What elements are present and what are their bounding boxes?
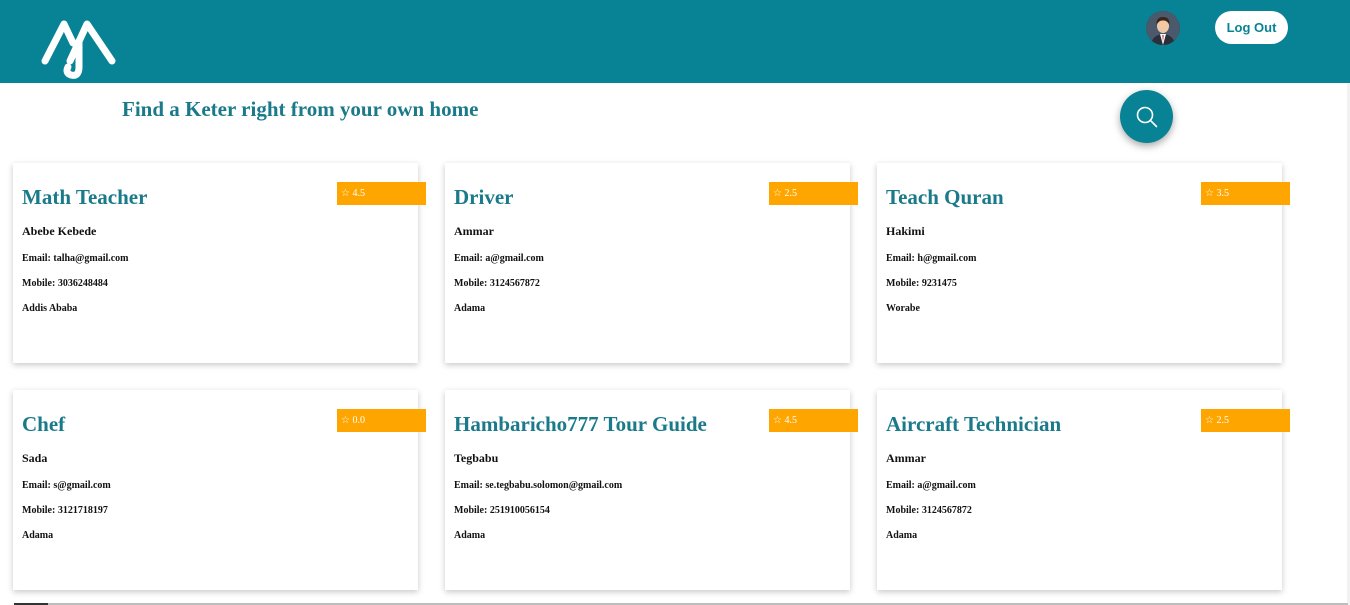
provider-name: Hakimi xyxy=(886,224,925,238)
service-title[interactable]: Teach Quran xyxy=(886,185,1004,210)
rating-badge: ☆ 2.5 xyxy=(769,182,858,205)
service-title[interactable]: Chef xyxy=(22,412,65,437)
rating-badge: ☆ 4.5 xyxy=(769,409,858,432)
search-icon xyxy=(1136,106,1157,127)
provider-location: Adama xyxy=(454,530,486,541)
provider-name: Sada xyxy=(22,451,48,465)
provider-email: Email: se.tegbabu.solomon@gmail.com xyxy=(454,480,623,491)
provider-name: Ammar xyxy=(886,451,926,465)
provider-name: Abebe Kebede xyxy=(22,224,97,238)
service-title[interactable]: Driver xyxy=(454,185,513,210)
service-card[interactable]: Driver ☆ 2.5 Ammar Email: a@gmail.com Mo… xyxy=(445,163,858,363)
provider-mobile: Mobile: 3124567872 xyxy=(886,505,972,516)
service-title[interactable]: Aircraft Technician xyxy=(886,412,1061,437)
provider-location: Adama xyxy=(886,530,918,541)
service-card[interactable]: Chef ☆ 0.0 Sada Email: s@gmail.com Mobil… xyxy=(13,390,426,590)
service-card[interactable]: Teach Quran ☆ 3.5 Hakimi Email: h@gmail.… xyxy=(877,163,1290,363)
top-navbar: Log Out xyxy=(0,0,1350,83)
provider-name: Ammar xyxy=(454,224,494,238)
provider-email: Email: a@gmail.com xyxy=(454,253,544,264)
provider-email: Email: talha@gmail.com xyxy=(22,253,129,264)
provider-mobile: Mobile: 251910056154 xyxy=(454,505,550,516)
provider-name: Tegbabu xyxy=(454,451,499,465)
provider-mobile: Mobile: 9231475 xyxy=(886,278,957,289)
provider-location: Adama xyxy=(22,530,54,541)
page-tagline: Find a Keter right from your own home xyxy=(122,97,479,121)
service-title[interactable]: Hambaricho777 Tour Guide xyxy=(454,412,707,437)
service-title[interactable]: Math Teacher xyxy=(22,185,147,210)
provider-email: Email: h@gmail.com xyxy=(886,253,977,264)
service-card[interactable]: Aircraft Technician ☆ 2.5 Ammar Email: a… xyxy=(877,390,1290,590)
provider-email: Email: a@gmail.com xyxy=(886,480,976,491)
rating-badge: ☆ 4.5 xyxy=(337,182,426,205)
service-card[interactable]: Math Teacher ☆ 4.5 Abebe Kebede Email: t… xyxy=(13,163,426,363)
provider-email: Email: s@gmail.com xyxy=(22,480,111,491)
user-avatar-icon[interactable] xyxy=(1146,11,1180,45)
provider-location: Worabe xyxy=(886,303,920,314)
rating-badge: ☆ 0.0 xyxy=(337,409,426,432)
provider-mobile: Mobile: 3121718197 xyxy=(22,505,108,516)
provider-mobile: Mobile: 3036248484 xyxy=(22,278,108,289)
logout-button[interactable]: Log Out xyxy=(1215,11,1288,44)
provider-mobile: Mobile: 3124567872 xyxy=(454,278,540,289)
service-card[interactable]: Hambaricho777 Tour Guide ☆ 4.5 Tegbabu E… xyxy=(445,390,858,590)
provider-location: Addis Ababa xyxy=(22,303,78,314)
rating-badge: ☆ 2.5 xyxy=(1201,409,1290,432)
logo-icon[interactable] xyxy=(40,17,120,81)
provider-location: Adama xyxy=(454,303,486,314)
search-button[interactable] xyxy=(1120,90,1173,143)
rating-badge: ☆ 3.5 xyxy=(1201,182,1290,205)
